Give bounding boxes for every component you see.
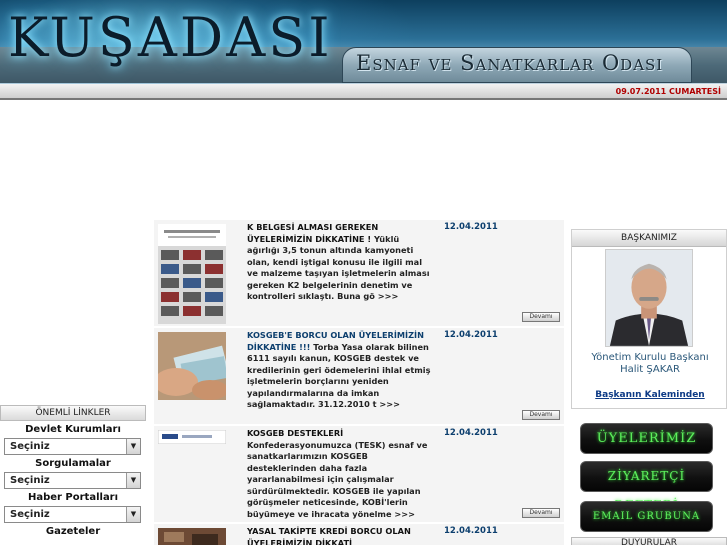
news-date: 12.04.2011 bbox=[444, 330, 498, 340]
news-thumbnail[interactable] bbox=[158, 224, 226, 324]
news-date: 12.04.2011 bbox=[444, 526, 498, 536]
read-more-button[interactable]: Devamı bbox=[522, 410, 560, 420]
links-category-newspapers: Gazeteler bbox=[45, 526, 101, 537]
news-item: K BELGESİ ALMASI GEREKEN ÜYELERİMİZİN Dİ… bbox=[154, 220, 564, 328]
news-item: KOSGEB'E BORCU OLAN ÜYELERİMİZİN DİKKATİ… bbox=[154, 328, 564, 426]
site-logo[interactable]: KUŞADASI bbox=[8, 6, 333, 69]
news-title[interactable]: K BELGESİ ALMASI GEREKEN ÜYELERİMİZİN Dİ… bbox=[247, 222, 378, 244]
read-more-button[interactable]: Devamı bbox=[522, 508, 560, 518]
current-date: 09.07.2011 CUMARTESİ bbox=[615, 87, 721, 96]
president-title: BAŞKANIMIZ bbox=[572, 230, 726, 247]
email-group-button[interactable]: EMAIL GRUBUNA KATIL bbox=[580, 501, 713, 545]
chevron-down-icon[interactable]: ▼ bbox=[126, 507, 140, 522]
queries-select-value: Seçiniz bbox=[10, 475, 50, 486]
news-title[interactable]: KOSGEB DESTEKLERİ bbox=[247, 428, 343, 438]
site-header: KUŞADASI Esnaf ve Sanatkarlar Odası bbox=[0, 0, 727, 86]
news-thumbnail[interactable] bbox=[158, 528, 226, 545]
links-category-queries: Sorgulamalar bbox=[35, 458, 111, 469]
page: KUŞADASI Esnaf ve Sanatkarlar Odası 09.0… bbox=[0, 0, 727, 545]
chevron-down-icon[interactable]: ▼ bbox=[126, 473, 140, 488]
president-photo bbox=[605, 249, 693, 347]
important-links-title: ÖNEMLİ LİNKLER bbox=[0, 405, 146, 421]
news-date: 12.04.2011 bbox=[444, 428, 498, 438]
important-links-box: ÖNEMLİ LİNKLER Devlet Kurumları Seçiniz … bbox=[0, 405, 146, 545]
guestbook-button[interactable]: ZİYARETÇİ DEFTERİ bbox=[580, 461, 713, 512]
links-category-news-portals: Haber Portalları bbox=[27, 492, 119, 503]
president-role: Yönetim Kurulu Başkanı bbox=[591, 352, 709, 363]
news-text: KOSGEB DESTEKLERİ Konfederasyonumuzca (T… bbox=[247, 428, 432, 520]
news-text: YASAL TAKİPTE KREDİ BORCU OLAN ÜYELERİMİ… bbox=[247, 526, 432, 545]
news-thumbnail[interactable] bbox=[158, 430, 226, 444]
news-text: K BELGESİ ALMASI GEREKEN ÜYELERİMİZİN Dİ… bbox=[247, 222, 432, 303]
read-more-button[interactable]: Devamı bbox=[522, 312, 560, 322]
president-name: Halit ŞAKAR bbox=[620, 364, 680, 375]
news-portals-select[interactable]: Seçiniz ▼ bbox=[4, 506, 141, 523]
news-portals-select-value: Seçiniz bbox=[10, 509, 50, 520]
queries-select[interactable]: Seçiniz ▼ bbox=[4, 472, 141, 489]
news-item: KOSGEB DESTEKLERİ Konfederasyonumuzca (T… bbox=[154, 426, 564, 524]
news-item: YASAL TAKİPTE KREDİ BORCU OLAN ÜYELERİMİ… bbox=[154, 524, 564, 545]
news-list: K BELGESİ ALMASI GEREKEN ÜYELERİMİZİN Dİ… bbox=[154, 220, 564, 545]
news-text: KOSGEB'E BORCU OLAN ÜYELERİMİZİN DİKKATİ… bbox=[247, 330, 432, 411]
site-subtitle: Esnaf ve Sanatkarlar Odası bbox=[356, 51, 664, 75]
government-select[interactable]: Seçiniz ▼ bbox=[4, 438, 141, 455]
date-bar: 09.07.2011 CUMARTESİ bbox=[0, 84, 727, 100]
president-column-link[interactable]: Başkanın Kaleminden bbox=[572, 390, 727, 400]
government-select-value: Seçiniz bbox=[10, 441, 50, 452]
links-category-government: Devlet Kurumları bbox=[25, 424, 121, 435]
news-body: Konfederasyonumuzca (TESK) esnaf ve sana… bbox=[247, 439, 428, 519]
president-box: BAŞKANIMIZ Yönetim Kurulu Başkanı Halit … bbox=[571, 229, 727, 409]
news-title[interactable]: YASAL TAKİPTE KREDİ BORCU OLAN ÜYELERİMİ… bbox=[247, 526, 411, 545]
news-date: 12.04.2011 bbox=[444, 222, 498, 232]
chevron-down-icon[interactable]: ▼ bbox=[126, 439, 140, 454]
members-button[interactable]: ÜYELERİMİZ bbox=[580, 423, 713, 454]
announcements-title: DUYURULAR bbox=[571, 537, 727, 545]
news-thumbnail[interactable] bbox=[158, 332, 226, 400]
